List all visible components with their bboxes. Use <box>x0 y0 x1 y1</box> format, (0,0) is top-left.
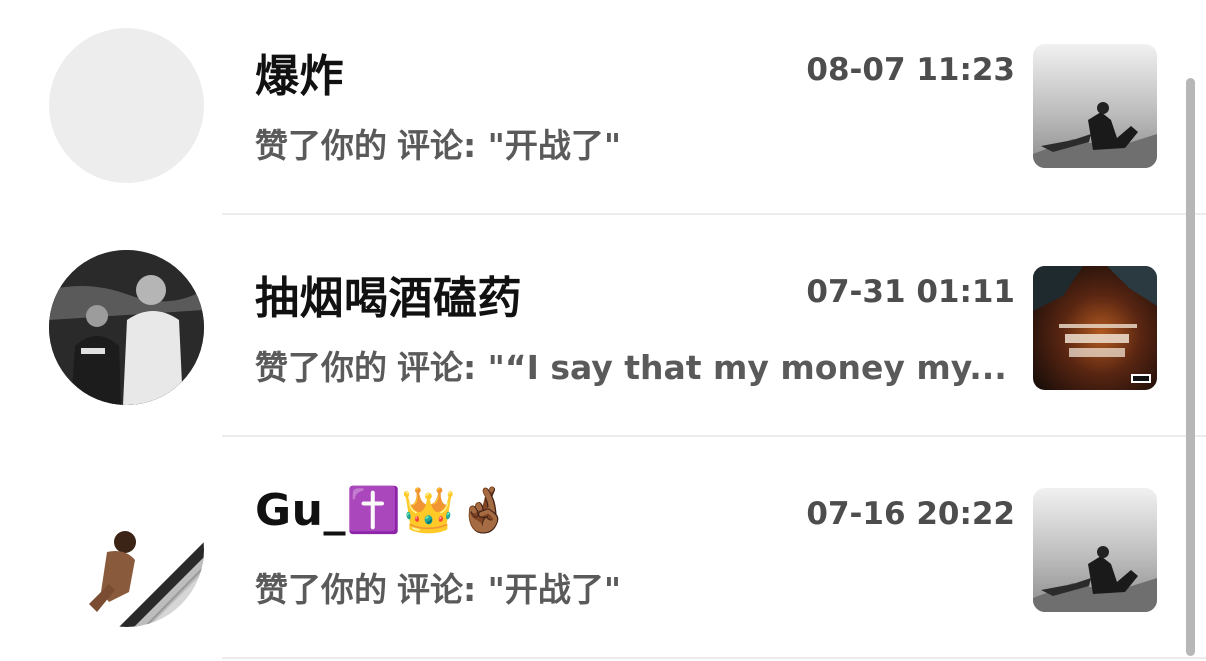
comment-text: 评论: "开战了" <box>397 126 622 165</box>
avatar[interactable] <box>49 472 204 627</box>
post-thumbnail[interactable] <box>1033 266 1157 390</box>
action-prefix: 赞了你的 <box>255 570 387 609</box>
album-cover-image <box>1033 266 1157 390</box>
avatar-photo <box>49 250 204 405</box>
avatar-photo <box>49 472 204 627</box>
stage-photo-image <box>1033 44 1157 168</box>
notification-list: 爆炸 08-07 11:23 赞了你的 评论: "开战了" 抽烟喝酒磕药 07-… <box>0 0 1206 661</box>
post-thumbnail[interactable] <box>1033 44 1157 168</box>
divider <box>222 657 1206 659</box>
comment-text: 评论: "开战了" <box>397 570 622 609</box>
username[interactable]: Gu_✝️👑🤞🏾 <box>255 484 512 536</box>
notification-row[interactable]: 爆炸 08-07 11:23 赞了你的 评论: "开战了" <box>0 0 1206 216</box>
notification-text: 赞了你的 评论: "“I say that my money my... <box>255 341 1015 389</box>
avatar[interactable] <box>49 250 204 405</box>
notification-text: 赞了你的 评论: "开战了" <box>255 119 1015 167</box>
divider <box>222 435 1206 437</box>
stage-photo-image <box>1033 488 1157 612</box>
timestamp: 07-16 20:22 <box>806 496 1015 532</box>
notification-row[interactable]: 抽烟喝酒磕药 07-31 01:11 赞了你的 评论: "“I say that … <box>0 216 1206 438</box>
vertical-scrollbar[interactable] <box>1186 78 1195 656</box>
action-prefix: 赞了你的 <box>255 348 387 387</box>
avatar[interactable] <box>49 28 204 183</box>
comment-text: 评论: "“I say that my money my... <box>397 348 1007 387</box>
username[interactable]: 爆炸 <box>255 40 344 104</box>
post-thumbnail[interactable] <box>1033 488 1157 612</box>
notification-row[interactable]: Gu_✝️👑🤞🏾 07-16 20:22 赞了你的 评论: "开战了" <box>0 438 1206 660</box>
timestamp: 07-31 01:11 <box>806 274 1015 310</box>
action-prefix: 赞了你的 <box>255 126 387 165</box>
divider <box>222 213 1206 215</box>
notification-text: 赞了你的 评论: "开战了" <box>255 563 1015 611</box>
username[interactable]: 抽烟喝酒磕药 <box>255 262 522 326</box>
timestamp: 08-07 11:23 <box>806 52 1015 88</box>
